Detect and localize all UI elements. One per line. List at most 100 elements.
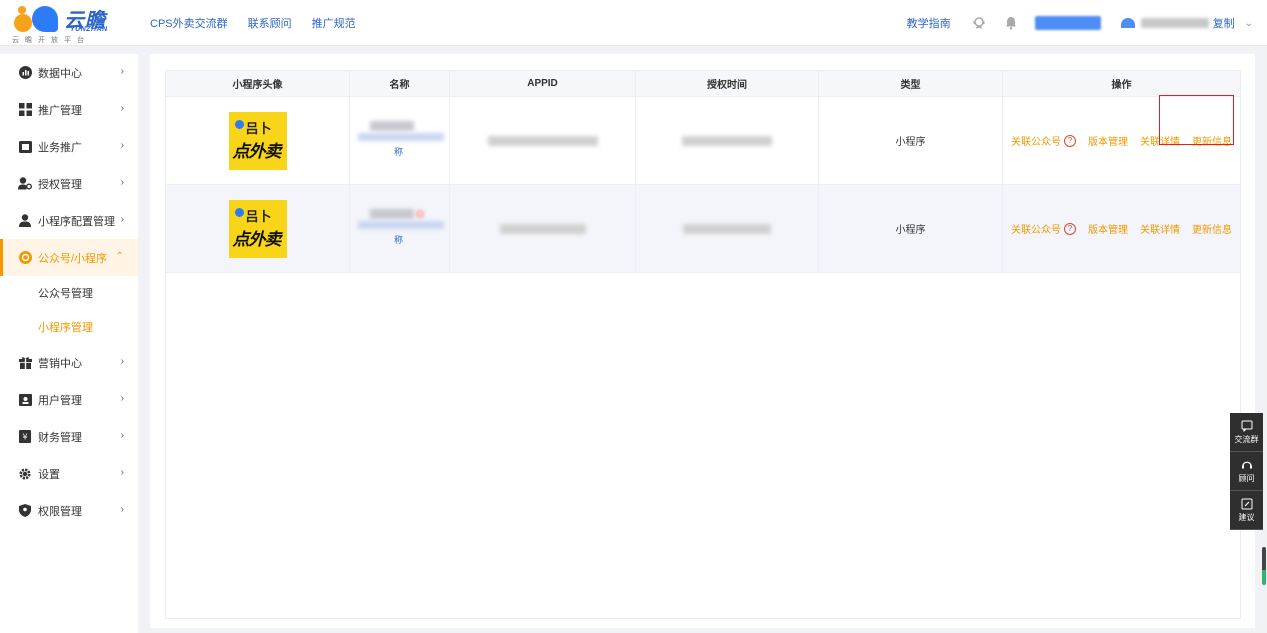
sidebar-item-label: 设置	[38, 468, 60, 481]
logo[interactable]: 云瞻 YUNZHAN 云瞻开放平台	[12, 4, 122, 44]
chevron-right-icon: ›	[120, 504, 124, 515]
logo-mark-orange	[14, 14, 32, 32]
sidebar-item-label: 权限管理	[38, 505, 82, 518]
chart-circle-icon	[18, 66, 32, 80]
link-official-account-button[interactable]: 关联公众号	[1011, 133, 1061, 148]
sidebar-item-label: 小程序配置管理	[38, 215, 115, 228]
sidebar-item-official-miniapp[interactable]: 公众号/小程序 ⌃	[0, 239, 138, 276]
headset-icon	[1241, 461, 1252, 468]
float-advisor-button[interactable]: 顾问	[1230, 452, 1263, 491]
sidebar-item-user-mgmt[interactable]: 用户管理 ›	[0, 381, 138, 418]
sidebar: 数据中心 › 推广管理 › 业务推广 › 授权管理 › 小程序配置管理 › 公众…	[0, 54, 138, 633]
chevron-right-icon: ›	[120, 66, 124, 77]
link-details-button[interactable]: 关联详情	[1140, 221, 1180, 236]
table-row: 吕卜 点外卖 称 小程序 关联公众号 ? 版本管理 关联详情 更新信息	[166, 97, 1240, 185]
gear-icon	[18, 467, 32, 481]
sidebar-item-label: 营销中心	[38, 357, 82, 370]
chevron-right-icon: ›	[120, 140, 124, 151]
sidebar-subitem-miniapp-mgmt[interactable]: 小程序管理	[0, 310, 138, 344]
update-info-button[interactable]: 更新信息	[1192, 221, 1232, 236]
header-right: 教学指南 复制 ⌄	[907, 12, 1253, 34]
sidebar-item-biz-promo[interactable]: 业务推广 ›	[0, 128, 138, 165]
sidebar-item-permissions[interactable]: 权限管理 ›	[0, 492, 138, 529]
nav-promo-rules[interactable]: 推广规范	[312, 15, 356, 31]
chevron-right-icon: ›	[120, 177, 124, 188]
monitor-icon	[18, 140, 32, 154]
top-header: 云瞻 YUNZHAN 云瞻开放平台 CPS外卖交流群 联系顾问 推广规范 教学指…	[0, 0, 1267, 46]
row-actions: 关联公众号 ? 版本管理 关联详情 更新信息	[1011, 221, 1232, 236]
sidebar-item-promo-mgmt[interactable]: 推广管理 ›	[0, 91, 138, 128]
main-panel: 小程序头像 名称 APPID 授权时间 类型 操作 吕卜 点外卖 称 小程序 关…	[150, 54, 1255, 628]
account-id	[1140, 18, 1209, 28]
table-row: 吕卜 点外卖 称 小程序 关联公众号 ? 版本管理 关联详情 更新信息	[166, 185, 1240, 273]
miniapp-name: 称	[350, 97, 449, 185]
sidebar-item-label: 公众号/小程序	[38, 252, 108, 265]
sidebar-item-marketing[interactable]: 营销中心 ›	[0, 344, 138, 381]
chevron-right-icon: ›	[120, 103, 124, 114]
shield-icon	[18, 504, 32, 518]
version-mgmt-button[interactable]: 版本管理	[1088, 133, 1128, 148]
col-actions: 操作	[1111, 80, 1132, 91]
chevron-down-icon[interactable]: ⌄	[1245, 18, 1253, 29]
gift-icon	[18, 356, 32, 370]
edit-icon	[1241, 498, 1252, 509]
svg-text:¥: ¥	[22, 433, 27, 442]
grid-icon	[18, 103, 32, 117]
account-badge[interactable]	[1034, 16, 1101, 30]
float-chat-group-button[interactable]: 交流群	[1230, 413, 1263, 452]
avatar[interactable]	[1120, 18, 1135, 28]
appid-value	[450, 185, 636, 272]
type-value: 小程序	[895, 225, 926, 236]
link-official-account-button[interactable]: 关联公众号	[1011, 221, 1061, 236]
top-nav: CPS外卖交流群 联系顾问 推广规范	[150, 15, 356, 31]
chevron-right-icon: ›	[120, 467, 124, 478]
help-icon[interactable]: ?	[1064, 222, 1076, 235]
col-avatar: 小程序头像	[166, 71, 350, 96]
logo-mark-blue	[32, 6, 58, 32]
logo-subtitle: 云瞻开放平台	[12, 37, 90, 44]
col-appid: APPID	[450, 71, 636, 96]
help-icon[interactable]: ?	[1064, 134, 1076, 147]
sidebar-item-auth-mgmt[interactable]: 授权管理 ›	[0, 165, 138, 202]
type-value: 小程序	[895, 137, 926, 148]
miniapp-avatar: 吕卜 点外卖	[228, 111, 287, 170]
guide-link[interactable]: 教学指南	[907, 15, 951, 31]
sidebar-item-miniapp-config[interactable]: 小程序配置管理 ›	[0, 202, 138, 239]
sidebar-item-label: 推广管理	[38, 104, 82, 117]
chat-icon	[1241, 420, 1252, 432]
sidebar-item-settings[interactable]: 设置 ›	[0, 455, 138, 492]
logo-en: YUNZHAN	[70, 26, 108, 33]
nav-contact-advisor[interactable]: 联系顾问	[248, 15, 292, 31]
version-mgmt-button[interactable]: 版本管理	[1088, 221, 1128, 236]
sidebar-item-label: 授权管理	[38, 178, 82, 191]
bell-icon[interactable]	[1003, 15, 1019, 31]
chevron-up-icon: ⌃	[115, 251, 124, 262]
sidebar-item-label: 数据中心	[38, 67, 82, 80]
sidebar-item-label: 业务推广	[38, 141, 82, 154]
user-icon	[18, 214, 32, 228]
sidebar-item-finance[interactable]: ¥ 财务管理 ›	[0, 418, 138, 455]
support-icon[interactable]	[971, 15, 987, 31]
id-card-icon	[18, 393, 32, 407]
copy-link[interactable]: 复制	[1213, 15, 1235, 31]
nav-cps-group[interactable]: CPS外卖交流群	[150, 15, 228, 31]
col-auth-time: 授权时间	[636, 71, 819, 96]
sidebar-item-label: 财务管理	[38, 431, 82, 444]
wallet-icon: ¥	[18, 430, 32, 444]
floating-toolbar: 交流群 顾问 建议	[1230, 413, 1263, 530]
miniapp-name: 称	[350, 185, 449, 273]
chevron-right-icon: ›	[120, 430, 124, 441]
miniapp-table: 小程序头像 名称 APPID 授权时间 类型 操作 吕卜 点外卖 称 小程序 关…	[165, 70, 1241, 619]
miniapp-avatar: 吕卜 点外卖	[228, 199, 287, 258]
float-feedback-button[interactable]: 建议	[1230, 491, 1263, 530]
sidebar-subitem-official-accounts[interactable]: 公众号管理	[0, 276, 138, 310]
auth-time-value	[636, 185, 819, 272]
auth-time-value	[636, 97, 819, 184]
miniapp-icon	[18, 251, 32, 265]
chevron-right-icon: ›	[120, 393, 124, 404]
scroll-indicator[interactable]	[1262, 547, 1266, 585]
sidebar-item-label: 用户管理	[38, 394, 82, 407]
chevron-right-icon: ›	[120, 214, 124, 225]
logo-mark-dot	[18, 6, 26, 14]
sidebar-item-data-center[interactable]: 数据中心 ›	[0, 54, 138, 91]
